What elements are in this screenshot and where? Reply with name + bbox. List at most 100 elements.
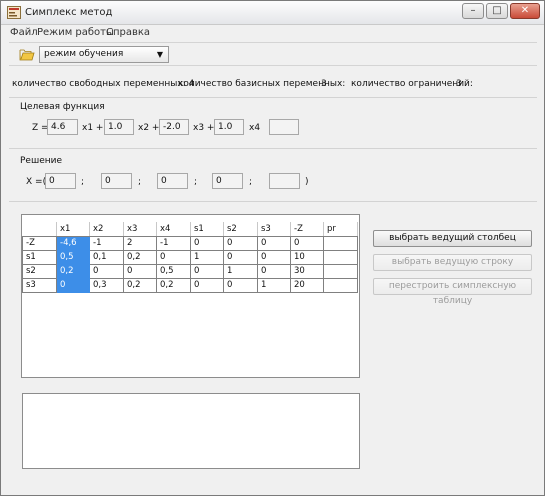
- table-cell[interactable]: 0: [223, 277, 258, 293]
- table-cell[interactable]: 0: [156, 249, 191, 265]
- var-x4-label: x4: [249, 123, 261, 133]
- column-header[interactable]: s1: [190, 222, 224, 237]
- divider: [9, 97, 537, 98]
- table-cell[interactable]: 1: [190, 249, 224, 265]
- table-cell[interactable]: s1: [22, 249, 57, 265]
- table-cell[interactable]: 0: [290, 235, 324, 251]
- column-header[interactable]: s2: [223, 222, 258, 237]
- simplex-table[interactable]: x1 x2 x3 x4 s1 s2 s3 -Z pr -Z -4,6 -1 2: [22, 222, 358, 293]
- table-cell[interactable]: 0,2: [156, 277, 191, 293]
- table-cell[interactable]: 0,2: [123, 249, 157, 265]
- close-button[interactable]: ✕: [510, 3, 540, 19]
- var-x2-label: x2 +: [138, 123, 160, 133]
- column-header[interactable]: x1: [56, 222, 90, 237]
- coef-x2-field[interactable]: 1.0: [104, 119, 134, 135]
- table-cell[interactable]: [323, 235, 358, 251]
- solution-heading: Решение: [20, 156, 63, 166]
- table-header-row: x1 x2 x3 x4 s1 s2 s3 -Z pr: [22, 222, 358, 237]
- table-row[interactable]: s3 0 0,3 0,2 0,2 0 0 1 20: [22, 277, 358, 293]
- table-cell-selected[interactable]: 0,2: [56, 263, 90, 279]
- counts-row: количество свободных переменных: 4 колич…: [1, 79, 544, 91]
- table-cell-selected[interactable]: 0,5: [56, 249, 90, 265]
- free-vars-count: количество свободных переменных: 4: [12, 79, 195, 89]
- table-cell[interactable]: 0: [257, 235, 291, 251]
- table-cell[interactable]: 0: [89, 263, 124, 279]
- objective-heading: Целевая функция: [20, 102, 105, 112]
- solution-separator: ;: [81, 177, 85, 187]
- column-header[interactable]: x4: [156, 222, 191, 237]
- solution-x1-field[interactable]: 0: [45, 173, 76, 189]
- solution-x3-field[interactable]: 0: [157, 173, 188, 189]
- objective-extra-field[interactable]: [269, 119, 299, 135]
- table-cell[interactable]: 0: [190, 263, 224, 279]
- table-cell[interactable]: [323, 263, 358, 279]
- table-cell[interactable]: 0,1: [89, 249, 124, 265]
- column-header[interactable]: x3: [123, 222, 157, 237]
- minimize-button[interactable]: –: [462, 3, 484, 19]
- menu-help[interactable]: Справка: [106, 27, 150, 38]
- table-row[interactable]: s2 0,2 0 0 0,5 0 1 0 30: [22, 263, 358, 279]
- java-app-icon: [7, 6, 21, 19]
- menu-bar: Файл Режим работы Справка: [1, 26, 544, 40]
- table-cell-selected[interactable]: 0: [56, 277, 90, 293]
- column-header[interactable]: -Z: [290, 222, 324, 237]
- column-header[interactable]: s3: [257, 222, 291, 237]
- maximize-icon: □: [492, 5, 502, 16]
- choose-pivot-row-button[interactable]: выбрать ведущую строку: [373, 254, 532, 271]
- table-cell[interactable]: 0: [190, 235, 224, 251]
- coef-x1-field[interactable]: 4.6: [47, 119, 78, 135]
- solution-prefix: X =(: [26, 177, 47, 187]
- coef-x4-field[interactable]: 1.0: [214, 119, 244, 135]
- table-row[interactable]: -Z -4,6 -1 2 -1 0 0 0 0: [22, 235, 358, 251]
- mode-dropdown-value: режим обучения: [44, 49, 124, 59]
- table-cell[interactable]: -1: [89, 235, 124, 251]
- table-cell[interactable]: 0: [257, 263, 291, 279]
- table-cell[interactable]: 2: [123, 235, 157, 251]
- menu-work-mode[interactable]: Режим работы: [37, 27, 114, 38]
- mode-dropdown[interactable]: режим обучения ▼: [39, 46, 169, 63]
- table-cell[interactable]: 10: [290, 249, 324, 265]
- coef-x3-field[interactable]: -2.0: [159, 119, 189, 135]
- column-header[interactable]: x2: [89, 222, 124, 237]
- solution-separator: ;: [249, 177, 253, 187]
- table-cell[interactable]: 0: [123, 263, 157, 279]
- table-cell[interactable]: s2: [22, 263, 57, 279]
- simplex-table-panel: x1 x2 x3 x4 s1 s2 s3 -Z pr -Z -4,6 -1 2: [21, 214, 360, 378]
- app-window: Симплекс метод – □ ✕ Файл Режим работы С…: [0, 0, 545, 496]
- solution-x2-field[interactable]: 0: [101, 173, 132, 189]
- table-cell-selected[interactable]: -4,6: [56, 235, 90, 251]
- toolbar: режим обучения ▼: [9, 42, 537, 66]
- table-cell[interactable]: [323, 249, 358, 265]
- table-cell[interactable]: 0,5: [156, 263, 191, 279]
- solution-suffix: ): [305, 177, 309, 187]
- column-header[interactable]: pr: [323, 222, 358, 237]
- output-text-area[interactable]: [22, 393, 360, 469]
- table-cell[interactable]: 0,2: [123, 277, 157, 293]
- table-cell[interactable]: s3: [22, 277, 57, 293]
- column-header: [22, 222, 57, 237]
- table-cell[interactable]: 0,3: [89, 277, 124, 293]
- solution-extra-field[interactable]: [269, 173, 300, 189]
- table-cell[interactable]: -Z: [22, 235, 57, 251]
- table-cell[interactable]: [323, 277, 358, 293]
- open-folder-icon[interactable]: [19, 47, 35, 61]
- solution-x4-field[interactable]: 0: [212, 173, 243, 189]
- menu-file[interactable]: Файл: [10, 27, 38, 38]
- divider: [9, 148, 537, 149]
- close-icon: ✕: [520, 5, 530, 16]
- constraints-label: количество ограничений:: [351, 79, 473, 89]
- choose-pivot-column-button[interactable]: выбрать ведущий столбец: [373, 230, 532, 247]
- table-cell[interactable]: 0: [223, 235, 258, 251]
- table-cell[interactable]: 0: [257, 249, 291, 265]
- table-cell[interactable]: 20: [290, 277, 324, 293]
- table-cell[interactable]: 1: [223, 263, 258, 279]
- table-cell[interactable]: 1: [257, 277, 291, 293]
- table-cell[interactable]: -1: [156, 235, 191, 251]
- rebuild-table-button[interactable]: перестроить симплексную таблицу: [373, 278, 532, 306]
- minimize-icon: –: [470, 5, 476, 16]
- table-cell[interactable]: 0: [190, 277, 224, 293]
- table-row[interactable]: s1 0,5 0,1 0,2 0 1 0 0 10: [22, 249, 358, 265]
- table-cell[interactable]: 30: [290, 263, 324, 279]
- table-cell[interactable]: 0: [223, 249, 258, 265]
- maximize-button[interactable]: □: [486, 3, 508, 19]
